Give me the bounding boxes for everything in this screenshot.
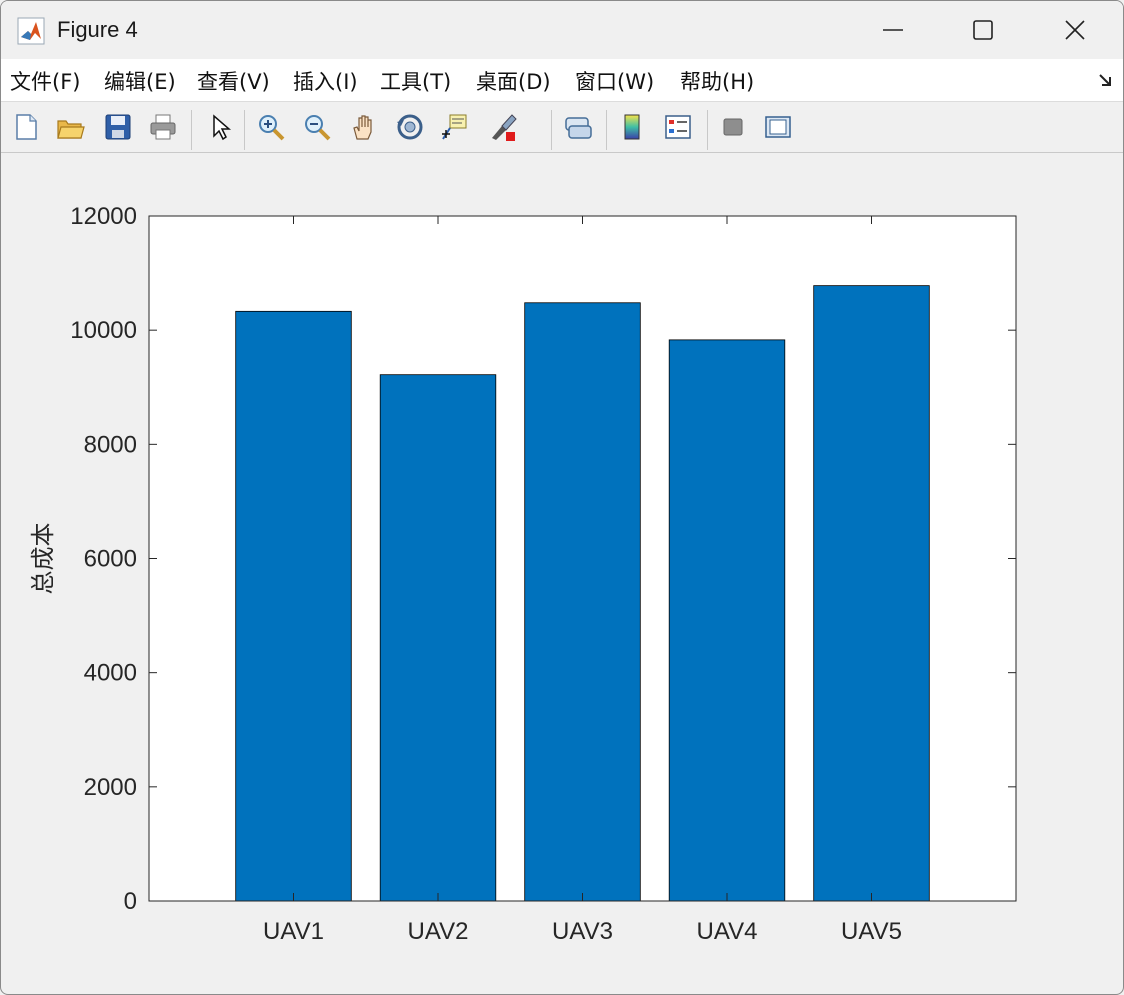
menu-window[interactable]: 窗口(W) xyxy=(575,66,654,96)
menu-help[interactable]: 帮助(H) xyxy=(680,66,754,96)
window-title: Figure 4 xyxy=(57,17,138,42)
y-tick-label: 10000 xyxy=(70,317,137,344)
menu-view[interactable]: 查看(V) xyxy=(197,66,270,96)
legend-icon xyxy=(665,115,691,139)
y-tick-label: 0 xyxy=(124,888,137,915)
matlab-logo-icon xyxy=(17,17,45,45)
pointer-button[interactable] xyxy=(203,110,237,144)
pan-hand-icon xyxy=(353,115,372,140)
rotate-3d-button[interactable] xyxy=(393,110,427,144)
print-button[interactable] xyxy=(146,110,180,144)
hide-plot-tools-button[interactable] xyxy=(716,110,750,144)
pointer-icon xyxy=(213,114,232,141)
maximize-button[interactable] xyxy=(937,1,1029,59)
colorbar-icon xyxy=(624,114,640,140)
menu-insert[interactable]: 插入(I) xyxy=(293,66,358,96)
bar-uav1 xyxy=(235,310,352,902)
y-axis-label: 总成本 xyxy=(29,523,57,595)
menu-edit[interactable]: 编辑(E) xyxy=(104,66,176,96)
open-file-button[interactable] xyxy=(53,110,87,144)
bar-chart: 0 2000 4000 6000 8000 10000 12000 UAV1 UAV2 UAV3… xyxy=(29,203,1017,945)
bar-uav2 xyxy=(379,374,497,902)
menu-bar: 文件(F) 编辑(E) 查看(V) 插入(I) 工具(T) 桌面(D) 窗口(W… xyxy=(1,59,1123,102)
show-plot-tools-button[interactable] xyxy=(761,110,795,144)
save-icon xyxy=(105,114,131,140)
zoom-in-icon xyxy=(259,115,285,141)
link-plot-icon xyxy=(565,117,592,139)
y-tick-label: 4000 xyxy=(84,660,137,687)
save-button[interactable] xyxy=(101,110,135,144)
x-tick-label: UAV1 xyxy=(263,918,324,945)
toolbar-separator xyxy=(707,110,708,150)
zoom-out-icon xyxy=(305,115,331,141)
bars xyxy=(235,285,930,902)
x-tick-label: UAV5 xyxy=(841,918,902,945)
x-tick-label: UAV2 xyxy=(408,918,469,945)
y-tick-label: 8000 xyxy=(84,431,137,458)
dock-arrow-icon[interactable] xyxy=(1097,71,1115,89)
print-icon xyxy=(150,114,176,140)
hide-plot-tools-icon xyxy=(723,118,743,136)
close-icon xyxy=(1065,20,1085,40)
y-tick-label: 6000 xyxy=(84,546,137,573)
data-cursor-icon xyxy=(442,114,467,140)
legend-button[interactable] xyxy=(661,110,695,144)
bar-uav3 xyxy=(524,302,641,902)
minimize-button[interactable] xyxy=(847,1,939,59)
figure-window: Figure 4 文件(F) 编辑(E) 查看(V) 插入(I) 工具(T) 桌… xyxy=(0,0,1124,995)
menu-desktop[interactable]: 桌面(D) xyxy=(476,66,551,96)
x-tick-labels: UAV1 UAV2 UAV3 UAV4 UAV5 xyxy=(263,918,902,945)
figure-canvas: 0 2000 4000 6000 8000 10000 12000 UAV1 UAV2 UAV3… xyxy=(1,153,1123,994)
y-tick-labels: 0 2000 4000 6000 8000 10000 12000 xyxy=(70,203,137,915)
pan-button[interactable] xyxy=(347,110,381,144)
rotate-3d-icon xyxy=(397,114,423,140)
bar-uav5 xyxy=(813,285,930,902)
open-file-icon xyxy=(57,120,85,139)
toolbar-separator xyxy=(244,110,245,150)
bar-uav4 xyxy=(668,339,786,902)
title-bar[interactable]: Figure 4 xyxy=(1,1,1123,59)
new-figure-button[interactable] xyxy=(9,110,43,144)
colorbar-button[interactable] xyxy=(615,110,649,144)
figure-toolbar xyxy=(1,102,1123,229)
brush-icon xyxy=(492,114,517,141)
x-tick-label: UAV3 xyxy=(552,918,613,945)
y-tick-label: 2000 xyxy=(84,774,137,801)
new-figure-icon xyxy=(16,114,37,140)
link-plot-button[interactable] xyxy=(561,110,595,144)
maximize-icon xyxy=(973,20,993,40)
zoom-out-button[interactable] xyxy=(300,110,334,144)
menu-tools[interactable]: 工具(T) xyxy=(380,66,451,96)
zoom-in-button[interactable] xyxy=(254,110,288,144)
show-plot-tools-icon xyxy=(765,116,791,138)
toolbar-separator xyxy=(606,110,607,150)
toolbar-separator xyxy=(551,110,552,150)
minimize-icon xyxy=(883,29,903,31)
menu-file[interactable]: 文件(F) xyxy=(10,66,80,96)
x-tick-label: UAV4 xyxy=(697,918,758,945)
y-tick-label: 12000 xyxy=(70,203,137,230)
brush-button[interactable] xyxy=(486,110,520,144)
close-button[interactable] xyxy=(1029,1,1121,59)
data-cursor-button[interactable] xyxy=(438,110,472,144)
toolbar-separator xyxy=(191,110,192,150)
